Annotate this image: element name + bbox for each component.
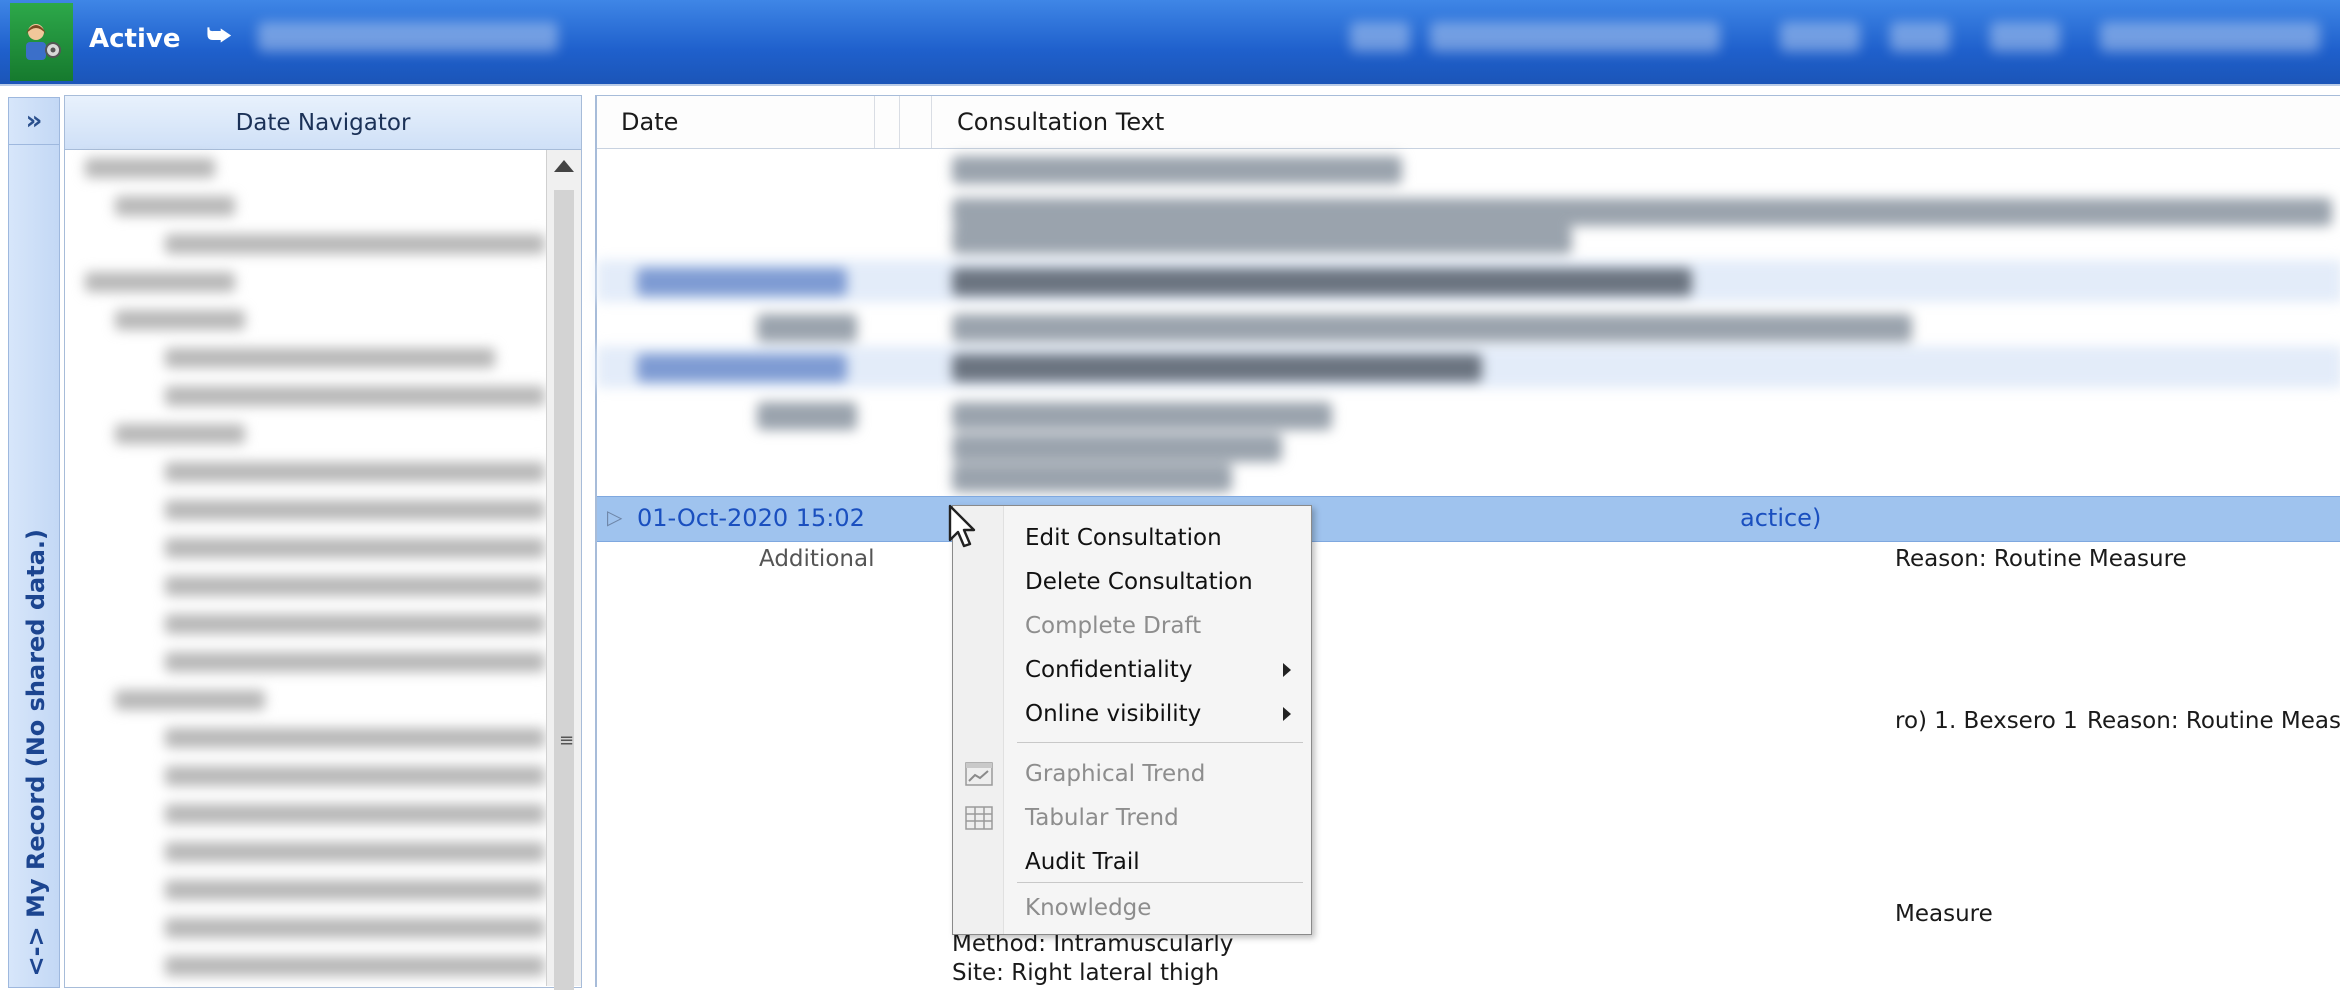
menu-item-tabular-trend[interactable]: Tabular Trend (953, 796, 1311, 840)
additional-label: Additional (759, 546, 875, 572)
consultation-date: 01-Oct-2020 15:02 (637, 504, 865, 532)
tree-item[interactable] (65, 644, 545, 682)
menu-item-knowledge[interactable]: Knowledge (953, 886, 1311, 930)
grid-header: Date Consultation Text (597, 96, 2340, 149)
tree-item[interactable] (65, 796, 545, 834)
tree-item[interactable] (65, 302, 545, 340)
consultation-line: Reason: Routine Measure (2087, 708, 2340, 734)
menu-item-label: Audit Trail (1025, 849, 1140, 875)
double-chevron-down-icon: ⮩ (207, 21, 232, 51)
consultation-line: ro) 1. Bexsero 1 (1895, 708, 2078, 734)
submenu-arrow-icon (1283, 663, 1291, 677)
menu-item-label: Delete Consultation (1025, 569, 1253, 595)
patient-detail-redacted (1890, 22, 1950, 52)
patient-detail-redacted (2100, 22, 2320, 52)
shared-record-strip[interactable]: » <-> My Record (No shared data.) (8, 97, 60, 988)
menu-item-online-visibility[interactable]: Online visibility (953, 692, 1311, 736)
column-header-spacer[interactable] (875, 96, 900, 148)
menu-item-graphical-trend[interactable]: Graphical Trend (953, 752, 1311, 796)
menu-item-label: Confidentiality (1025, 657, 1193, 683)
tree-item[interactable] (65, 340, 545, 378)
consultation-header-text: actice) (1740, 504, 1822, 532)
active-status-button[interactable]: Active ⮩ (73, 3, 245, 75)
selected-consultation-row[interactable]: ▷ 01-Oct-2020 15:02 actice) (597, 496, 2340, 542)
tree-item[interactable] (65, 948, 545, 986)
menu-separator (1017, 882, 1303, 883)
patient-name-redacted (258, 22, 558, 52)
tree-item[interactable] (65, 264, 545, 302)
shared-record-label: <-> My Record (No shared data.) (22, 529, 50, 977)
menu-item-edit-consultation[interactable]: Edit Consultation (953, 516, 1311, 560)
tree-item[interactable] (65, 492, 545, 530)
menu-item-audit-trail[interactable]: Audit Trail (953, 840, 1311, 884)
tree-item[interactable] (65, 150, 545, 188)
tree-item[interactable] (65, 416, 545, 454)
mouse-cursor-icon (948, 504, 976, 548)
tree-item[interactable] (65, 530, 545, 568)
menu-separator (1017, 742, 1303, 743)
active-status-label: Active (89, 24, 181, 54)
consultation-context-menu: Edit Consultation Delete Consultation Co… (952, 505, 1312, 935)
menu-item-label: Online visibility (1025, 701, 1202, 727)
menu-item-label: Tabular Trend (1025, 805, 1179, 831)
consultation-grid: Date Consultation Text ▷ 01-Oct-2020 15:… (595, 95, 2340, 987)
patient-detail-redacted (1430, 22, 1720, 52)
menu-item-complete-draft[interactable]: Complete Draft (953, 604, 1311, 648)
grip-icon: ≡ (559, 730, 575, 751)
tree-item[interactable] (65, 720, 545, 758)
row-expand-icon[interactable]: ▷ (607, 505, 622, 529)
tree-item[interactable] (65, 910, 545, 948)
tree-item[interactable] (65, 834, 545, 872)
tree-item[interactable] (65, 378, 545, 416)
tree-item[interactable] (65, 682, 545, 720)
scroll-thumb[interactable] (554, 190, 574, 990)
date-navigator-scrollbar[interactable]: ≡ (546, 150, 581, 990)
tree-item[interactable] (65, 606, 545, 644)
date-tree[interactable] (65, 150, 545, 986)
tree-item[interactable] (65, 872, 545, 910)
patient-detail-redacted (1780, 22, 1860, 52)
tree-item[interactable] (65, 568, 545, 606)
tree-item[interactable] (65, 454, 545, 492)
scroll-up-icon[interactable] (554, 160, 574, 172)
user-icon (25, 24, 61, 60)
menu-item-label: Graphical Trend (1025, 761, 1206, 787)
table-icon (965, 806, 993, 830)
tree-item[interactable] (65, 226, 545, 264)
column-header-date[interactable]: Date (597, 96, 875, 148)
consultation-line: Reason: Routine Measure (1895, 546, 2187, 572)
tree-item[interactable] (65, 758, 545, 796)
menu-item-confidentiality[interactable]: Confidentiality (953, 648, 1311, 692)
graph-icon (965, 762, 993, 786)
menu-item-label: Complete Draft (1025, 613, 1202, 639)
patient-detail-redacted (1350, 22, 1410, 52)
patient-detail-redacted (1990, 22, 2060, 52)
tree-item[interactable] (65, 188, 545, 226)
consultation-line: Measure (1895, 901, 1993, 927)
consultation-line: Site: Right lateral thigh (952, 960, 1220, 986)
date-navigator-header: Date Navigator (65, 96, 581, 150)
expand-panel-icon[interactable]: » (9, 98, 59, 145)
menu-item-label: Edit Consultation (1025, 525, 1222, 551)
menu-item-delete-consultation[interactable]: Delete Consultation (953, 560, 1311, 604)
column-header-spacer[interactable] (899, 96, 932, 148)
column-header-consultation-text[interactable]: Consultation Text (931, 96, 2340, 148)
top-bar: Active ⮩ (0, 0, 2340, 86)
date-navigator-panel: Date Navigator ≡ (64, 95, 582, 990)
user-tile[interactable] (10, 3, 73, 81)
menu-item-label: Knowledge (1025, 895, 1152, 921)
submenu-arrow-icon (1283, 707, 1291, 721)
